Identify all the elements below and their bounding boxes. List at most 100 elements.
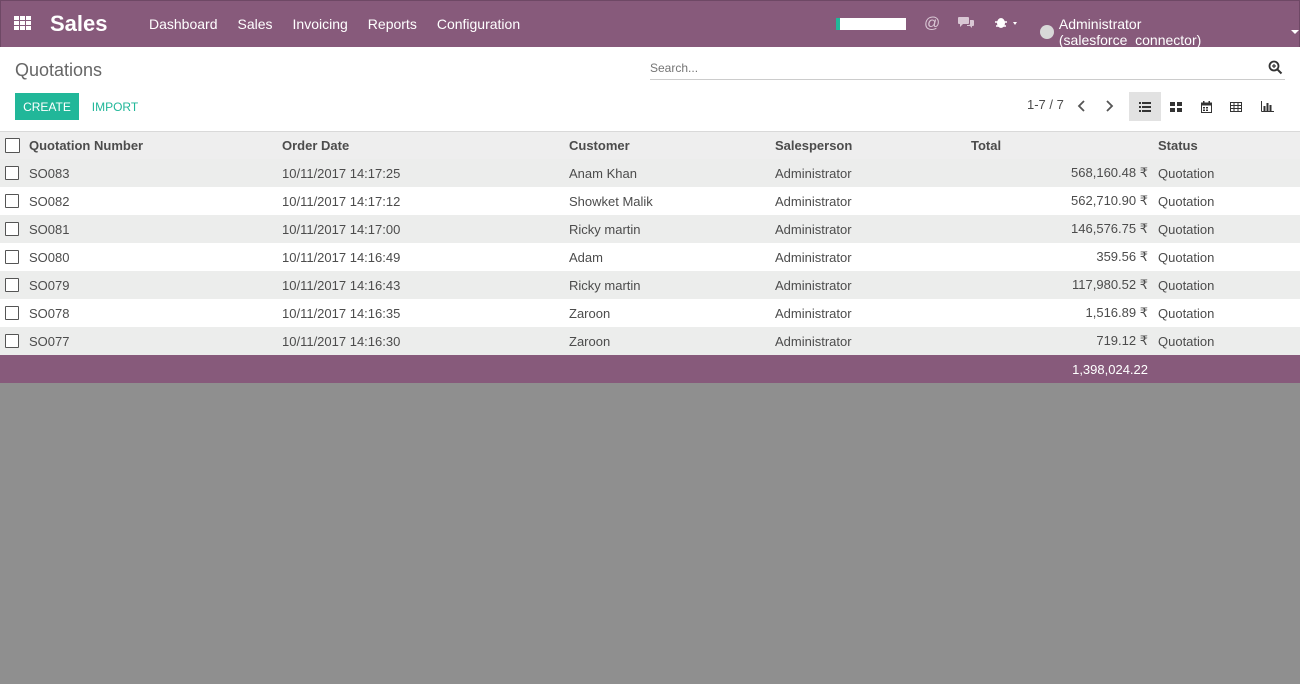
quotation-number: SO078	[29, 305, 70, 321]
pager-value[interactable]: 1-7 / 7	[1027, 97, 1064, 112]
quotation-number: SO083	[29, 165, 70, 181]
row-checkbox[interactable]	[5, 334, 19, 348]
table-row[interactable]: SO079 10/11/2017 14:16:43 Ricky martin A…	[0, 271, 1300, 299]
app-title: Sales	[50, 11, 108, 36]
menu-item-sales[interactable]: Sales	[228, 16, 283, 32]
row-checkbox[interactable]	[5, 278, 19, 292]
quotation-number: SO077	[29, 333, 70, 349]
graph-view-button[interactable]	[1251, 92, 1283, 121]
user-name: Administrator (salesforce_connector)	[1058, 16, 1202, 48]
progress-bar	[836, 18, 906, 30]
customer: Anam Khan	[569, 165, 637, 181]
customer: Ricky martin	[569, 277, 641, 293]
control-panel: Quotations CREATE IMPORT 1-7 / 7	[0, 47, 1300, 132]
sum-total: 1,398,024.22	[1072, 361, 1148, 377]
kanban-view-icon	[1170, 101, 1182, 112]
total: 562,710.90 ₹	[1071, 193, 1148, 208]
search-icon[interactable]	[1268, 60, 1283, 75]
chevron-left-icon[interactable]	[1075, 99, 1089, 113]
column-header-salesperson[interactable]: Salesperson	[775, 132, 852, 159]
chevron-down-icon	[1291, 30, 1299, 34]
user-menu[interactable]: Administrator (salesforce_connector)	[1040, 16, 1299, 48]
order-date: 10/11/2017 14:17:25	[282, 165, 401, 181]
customer: Zaroon	[569, 333, 611, 349]
kanban-view-button[interactable]	[1160, 92, 1192, 121]
menu-item-reports[interactable]: Reports	[358, 16, 427, 32]
order-date: 10/11/2017 14:16:35	[282, 305, 401, 321]
table-row[interactable]: SO083 10/11/2017 14:17:25 Anam Khan Admi…	[0, 159, 1300, 187]
status: Quotation	[1158, 221, 1215, 237]
total: 1,516.89 ₹	[1085, 305, 1149, 320]
order-date: 10/11/2017 14:16:30	[282, 333, 401, 349]
salesperson: Administrator	[775, 305, 852, 321]
order-date: 10/11/2017 14:16:49	[282, 249, 401, 265]
column-header-status[interactable]: Status	[1158, 132, 1198, 159]
salesperson: Administrator	[775, 165, 852, 181]
total: 117,980.52 ₹	[1072, 277, 1148, 292]
menu-item-dashboard[interactable]: Dashboard	[139, 16, 228, 32]
customer: Zaroon	[569, 305, 611, 321]
order-date: 10/11/2017 14:17:00	[282, 221, 401, 237]
table-row[interactable]: SO082 10/11/2017 14:17:12 Showket Malik …	[0, 187, 1300, 215]
import-button[interactable]: IMPORT	[87, 93, 143, 120]
customer: Showket Malik	[569, 193, 653, 209]
search-bar	[650, 59, 1285, 80]
total: 719.12 ₹	[1096, 333, 1148, 348]
chat-icon[interactable]	[958, 15, 975, 34]
status: Quotation	[1158, 333, 1215, 349]
quotations-table: Quotation Number Order Date Customer Sal…	[0, 132, 1300, 383]
row-checkbox[interactable]	[5, 306, 19, 320]
column-header-customer[interactable]: Customer	[569, 132, 630, 159]
apps-grid-icon[interactable]	[14, 16, 32, 30]
quotation-number: SO079	[29, 277, 70, 293]
calendar-view-button[interactable]	[1190, 92, 1222, 121]
avatar	[1040, 25, 1054, 39]
table-row[interactable]: SO077 10/11/2017 14:16:30 Zaroon Adminis…	[0, 327, 1300, 355]
create-button[interactable]: CREATE	[15, 93, 79, 120]
row-checkbox[interactable]	[5, 222, 19, 236]
row-checkbox[interactable]	[5, 166, 19, 180]
column-header-quotation-number[interactable]: Quotation Number	[29, 132, 143, 159]
column-header-total[interactable]: Total	[971, 132, 1001, 159]
menu-item-invoicing[interactable]: Invoicing	[283, 16, 358, 32]
total: 568,160.48 ₹	[1071, 165, 1148, 180]
at-sign-icon[interactable]: @	[924, 15, 940, 33]
total: 146,576.75 ₹	[1071, 221, 1148, 236]
menu-item-configuration[interactable]: Configuration	[427, 16, 530, 32]
calendar-view-icon	[1200, 100, 1212, 113]
table-row[interactable]: SO081 10/11/2017 14:17:00 Ricky martin A…	[0, 215, 1300, 243]
total: 359.56 ₹	[1096, 249, 1148, 264]
table-row[interactable]: SO080 10/11/2017 14:16:49 Adam Administr…	[0, 243, 1300, 271]
select-all-checkbox[interactable]	[5, 138, 20, 153]
quotation-number: SO081	[29, 221, 70, 237]
quotation-number: SO080	[29, 249, 70, 265]
row-checkbox[interactable]	[5, 250, 19, 264]
table-header-row: Quotation Number Order Date Customer Sal…	[0, 132, 1300, 159]
status: Quotation	[1158, 249, 1215, 265]
row-checkbox[interactable]	[5, 194, 19, 208]
table-footer-row: 1,398,024.22	[0, 355, 1300, 383]
table-row[interactable]: SO078 10/11/2017 14:16:35 Zaroon Adminis…	[0, 299, 1300, 327]
salesperson: Administrator	[775, 193, 852, 209]
order-date: 10/11/2017 14:16:43	[282, 277, 401, 293]
salesperson: Administrator	[775, 221, 852, 237]
graph-view-icon	[1260, 101, 1274, 112]
bug-icon[interactable]	[994, 15, 1020, 34]
status: Quotation	[1158, 277, 1215, 293]
breadcrumb: Quotations	[15, 60, 103, 80]
pivot-view-icon	[1230, 101, 1242, 112]
chevron-right-icon[interactable]	[1102, 99, 1116, 113]
order-date: 10/11/2017 14:17:12	[282, 193, 401, 209]
customer: Adam	[569, 249, 603, 265]
status: Quotation	[1158, 305, 1215, 321]
salesperson: Administrator	[775, 333, 852, 349]
list-view-icon	[1139, 101, 1151, 112]
pivot-view-button[interactable]	[1220, 92, 1252, 121]
status: Quotation	[1158, 193, 1215, 209]
column-header-order-date[interactable]: Order Date	[282, 132, 349, 159]
main-menu: Dashboard Sales Invoicing Reports Config…	[139, 1, 530, 47]
status: Quotation	[1158, 165, 1215, 181]
list-view-button[interactable]	[1129, 92, 1161, 121]
search-input[interactable]	[650, 61, 1250, 75]
salesperson: Administrator	[775, 249, 852, 265]
